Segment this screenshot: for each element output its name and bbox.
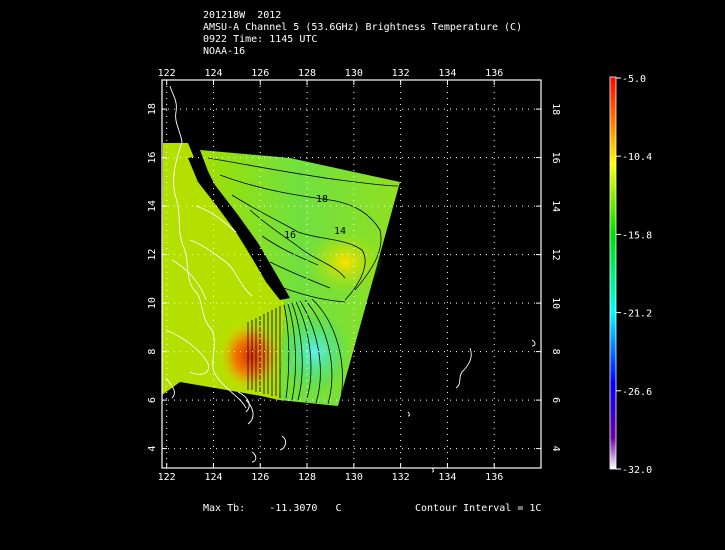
colorbar-label: -26.6: [622, 387, 652, 398]
lon-labels-top: 122 124 126 128 130 132 134 136: [158, 68, 504, 79]
colorbar-label: -21.2: [622, 309, 652, 320]
data-swath: [162, 143, 400, 406]
contour-interval: Contour Interval = 1C: [415, 503, 542, 514]
lat-label: 14: [147, 200, 158, 212]
colorbar-labels: -5.0 -10.4 -15.8 -21.2 -26.6 -32.0: [616, 74, 652, 476]
lon-label: 132: [392, 68, 410, 79]
lat-labels-left: 18 16 14 12 10 8 6 4: [147, 103, 158, 452]
lon-label: 124: [204, 472, 222, 483]
max-tb-readout: Max Tb: -11.3070 C: [203, 503, 342, 514]
lon-label: 126: [251, 472, 269, 483]
max-tb-unit: C: [335, 503, 342, 514]
lon-label: 134: [438, 68, 456, 79]
lon-label: 126: [251, 68, 269, 79]
lat-label: 16: [550, 152, 561, 164]
colorbar-label: -10.4: [622, 152, 652, 163]
lat-label: 18: [550, 103, 561, 115]
contour-label-18: 18: [316, 194, 328, 205]
lat-label: 18: [147, 103, 158, 115]
lat-label: 16: [147, 152, 158, 164]
colorbar: [609, 76, 617, 470]
lon-label: 124: [204, 68, 222, 79]
max-tb-label: Max Tb:: [203, 503, 246, 514]
lat-label: 10: [147, 297, 158, 309]
lat-label: 6: [147, 397, 158, 403]
lon-labels-bottom: 122 124 126 128 130 132 134 136: [158, 472, 504, 483]
contour-label-16: 16: [284, 230, 296, 241]
lon-label: 122: [158, 68, 176, 79]
colorbar-label: -32.0: [622, 465, 652, 476]
lon-label: 134: [438, 472, 456, 483]
contour-label-14: 14: [334, 226, 346, 237]
lat-labels-right: 18 16 14 12 10 8 6 4: [550, 103, 561, 452]
lon-label: 130: [345, 472, 363, 483]
lat-label: 12: [550, 249, 561, 261]
lat-label: 8: [550, 349, 561, 355]
lat-label: 6: [550, 397, 561, 403]
brightness-temperature-map: 18 16 14 122 124 126 128 130 132 134 136 122 124…: [147, 68, 652, 483]
lon-label: 128: [298, 472, 316, 483]
colorbar-label: -5.0: [622, 74, 646, 85]
lon-label: 122: [158, 472, 176, 483]
lat-label: 10: [550, 297, 561, 309]
colorbar-label: -15.8: [622, 230, 652, 241]
lon-label: 132: [392, 472, 410, 483]
lat-label: 12: [147, 249, 158, 261]
lon-label: 128: [298, 68, 316, 79]
lat-label: 4: [550, 446, 561, 452]
max-tb-value: -11.3070: [269, 503, 318, 514]
lon-label: 136: [485, 472, 503, 483]
lat-label: 4: [147, 446, 158, 452]
lat-label: 14: [550, 200, 561, 212]
lon-label: 130: [345, 68, 363, 79]
lon-label: 136: [485, 68, 503, 79]
lat-label: 8: [147, 349, 158, 355]
